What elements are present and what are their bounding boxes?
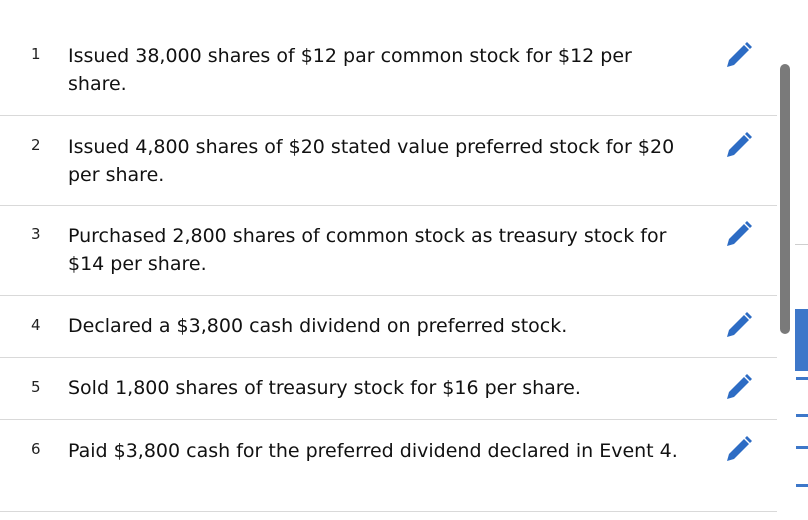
event-number: 4 [31, 316, 41, 334]
vertical-scrollbar[interactable] [777, 54, 795, 344]
event-number: 5 [31, 378, 41, 396]
pencil-icon [724, 40, 754, 70]
list-item: 2 Issued 4,800 shares of $20 stated valu… [0, 116, 777, 206]
list-item: 1 Issued 38,000 shares of $12 par common… [0, 0, 777, 116]
list-item: 4 Declared a $3,800 cash dividend on pre… [0, 296, 777, 358]
event-number: 6 [31, 440, 41, 458]
edit-button[interactable] [724, 40, 754, 70]
list-item: 3 Purchased 2,800 shares of common stock… [0, 206, 777, 296]
event-description: Issued 38,000 shares of $12 par common s… [68, 45, 632, 95]
event-number: 2 [31, 136, 41, 154]
background-cell-marker [796, 484, 808, 487]
list-item: 6 Paid $3,800 cash for the preferred div… [0, 420, 777, 512]
background-selected-cell [795, 309, 808, 371]
pencil-icon [724, 372, 754, 402]
event-number: 1 [31, 45, 41, 63]
event-description: Sold 1,800 shares of treasury stock for … [68, 377, 581, 399]
event-description: Issued 4,800 shares of $20 stated value … [68, 136, 675, 186]
pencil-icon [724, 310, 754, 340]
pencil-icon [724, 434, 754, 464]
edit-button[interactable] [724, 310, 754, 340]
event-description: Declared a $3,800 cash dividend on prefe… [68, 315, 568, 337]
background-cell-marker [796, 377, 808, 380]
event-number: 3 [31, 225, 41, 243]
background-divider [795, 244, 808, 245]
edit-button[interactable] [724, 130, 754, 160]
background-cell-marker [796, 446, 808, 449]
edit-button[interactable] [724, 434, 754, 464]
list-item: 5 Sold 1,800 shares of treasury stock fo… [0, 358, 777, 420]
pencil-icon [724, 219, 754, 249]
event-description: Paid $3,800 cash for the preferred divid… [68, 440, 678, 462]
event-list: 1 Issued 38,000 shares of $12 par common… [0, 0, 777, 520]
scrollbar-thumb[interactable] [780, 64, 790, 334]
background-cell-marker [796, 414, 808, 417]
edit-button[interactable] [724, 372, 754, 402]
pencil-icon [724, 130, 754, 160]
background-panel [795, 0, 808, 520]
event-description: Purchased 2,800 shares of common stock a… [68, 225, 667, 275]
edit-button[interactable] [724, 219, 754, 249]
